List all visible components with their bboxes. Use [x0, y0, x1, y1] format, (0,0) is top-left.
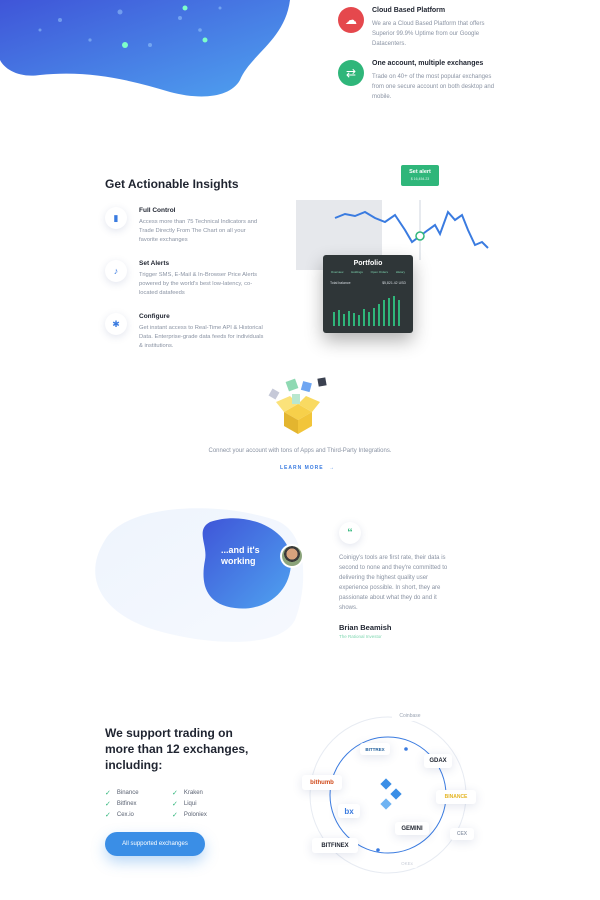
- integrations-text: Connect your account with tons of Apps a…: [208, 448, 392, 454]
- exchange-logo-bitfinex: BITFINEX: [312, 838, 358, 853]
- portfolio-tab-history[interactable]: History: [396, 270, 405, 274]
- insight-configure: ✱ Configure Get instant access to Real-T…: [105, 313, 263, 349]
- learn-more-label: LEARN MORE: [280, 465, 324, 471]
- exchange-logo-coinbase: Coinbase: [392, 711, 428, 721]
- checkmark-icon: ✓: [105, 811, 111, 819]
- exchange-logo-cex: CEX: [450, 828, 474, 840]
- insight-title: Full Control: [139, 207, 176, 214]
- exchange-logo-bithumb: bithumb: [302, 775, 342, 790]
- testimonial-org: The Rational Investor: [339, 634, 382, 639]
- exchange-logo-binance: BINANCE: [436, 790, 476, 804]
- insight-set-alerts: ♪ Set Alerts Trigger SMS, E-Mail & In-Br…: [105, 260, 257, 296]
- feature-title: Cloud Based Platform: [372, 7, 446, 14]
- gear-icon: ✱: [105, 313, 127, 335]
- all-exchanges-button[interactable]: All supported exchanges: [105, 832, 205, 856]
- set-alert-label: Set alert: [409, 169, 431, 175]
- price-line-chart: [334, 200, 489, 260]
- coinigy-logo-icon: [380, 778, 402, 810]
- bell-icon: ♪: [105, 260, 127, 282]
- exchange-logo-gemini: GEMINI: [395, 822, 429, 835]
- portfolio-title: Portfolio: [353, 260, 383, 267]
- feature-title: One account, multiple exchanges: [372, 60, 484, 67]
- testimonial-quote: Coinigy's tools are first rate, their da…: [339, 555, 448, 611]
- insight-text: Access more than 75 Technical Indicators…: [139, 219, 258, 243]
- list-item: ✓ Cex.io: [105, 811, 134, 819]
- insights-title: Get Actionable Insights: [105, 177, 239, 191]
- testimonial-author: Brian Beamish: [339, 623, 392, 632]
- feature-text: Trade on 40+ of the most popular exchang…: [372, 74, 495, 100]
- exchange-logo-bittrex: BITTREX: [360, 743, 390, 755]
- checkmark-icon: ✓: [172, 789, 178, 797]
- portfolio-bars: [333, 296, 400, 326]
- testimonial-badge: ...and it's working: [221, 545, 260, 566]
- portfolio-widget: Portfolio Overview Holdings Open Orders …: [323, 255, 413, 333]
- list-item: ✓ Binance: [105, 789, 139, 797]
- learn-more-link[interactable]: LEARN MORE →: [280, 465, 335, 471]
- portfolio-tab-open-orders[interactable]: Open Orders: [371, 270, 388, 274]
- hero-world-map-blob: [0, 0, 300, 100]
- exchange-logo-bx: bx: [338, 804, 360, 818]
- integrations-box-illustration: [268, 377, 327, 434]
- portfolio-tab-holdings[interactable]: Holdings: [351, 270, 363, 274]
- exchange-logo-okex: OKEx: [396, 858, 418, 868]
- checkmark-icon: ✓: [172, 811, 178, 819]
- list-item: ✓ Poloniex: [172, 811, 207, 819]
- checkmark-icon: ✓: [172, 800, 178, 808]
- insight-text: Get instant access to Real-Time API & Hi…: [139, 325, 264, 349]
- arrow-right-icon: →: [329, 465, 336, 471]
- insight-title: Set Alerts: [139, 260, 170, 267]
- quote-icon: “: [339, 522, 361, 544]
- exchange-logo-gdax: GDAX: [424, 754, 452, 768]
- avatar: [280, 544, 304, 568]
- portfolio-tab-overview[interactable]: Overview: [331, 270, 344, 274]
- cloud-icon: ☁: [338, 7, 364, 33]
- exchange-list-right: ✓ Kraken ✓ Liqui ✓ Poloniex: [172, 787, 207, 820]
- exchanges-title: We support trading on more than 12 excha…: [105, 726, 249, 772]
- checkmark-icon: ✓: [105, 789, 111, 797]
- testimonial-blob: [95, 508, 304, 642]
- balance-value: $5,821.42 USD: [382, 281, 406, 285]
- exchange-icon: ⇄: [338, 60, 364, 86]
- feature-text: We are a Cloud Based Platform that offer…: [372, 21, 485, 47]
- list-item: ✓ Kraken: [172, 789, 203, 797]
- insight-full-control: ▮ Full Control Access more than 75 Techn…: [105, 207, 257, 243]
- insight-text: Trigger SMS, E-Mail & In-Browser Price A…: [139, 272, 258, 296]
- balance-label: Total balance: [330, 281, 351, 285]
- set-alert-value: $ 16,454.23: [410, 177, 430, 181]
- insight-title: Configure: [139, 313, 170, 320]
- bar-chart-icon: ▮: [105, 207, 127, 229]
- checkmark-icon: ✓: [105, 800, 111, 808]
- list-item: ✓ Liqui: [172, 800, 197, 808]
- exchange-list-left: ✓ Binance ✓ Bitfinex ✓ Cex.io: [105, 787, 139, 820]
- set-alert-button[interactable]: Set alert $ 16,454.23: [401, 165, 439, 186]
- list-item: ✓ Bitfinex: [105, 800, 137, 808]
